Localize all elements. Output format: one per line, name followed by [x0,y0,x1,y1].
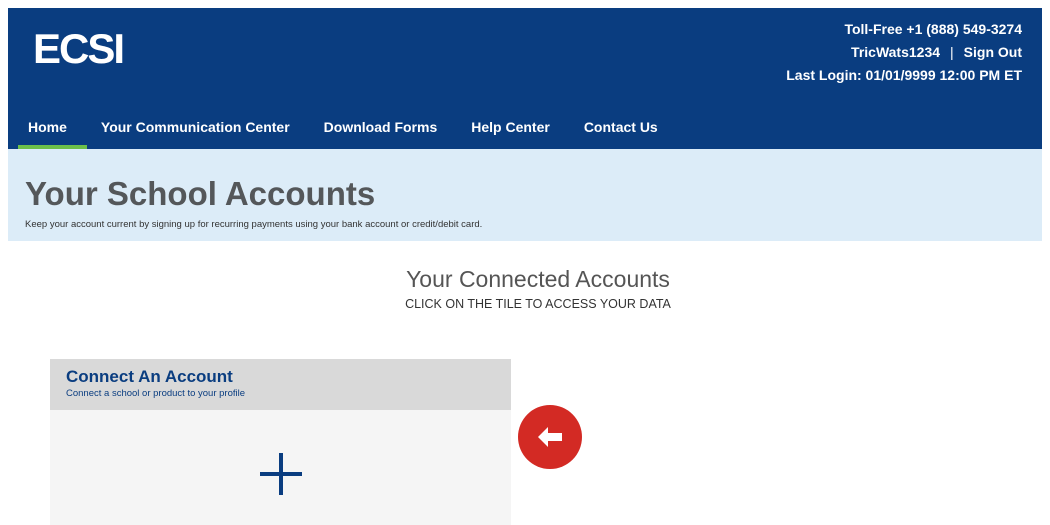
tile-header: Connect An Account Connect a school or p… [50,359,511,410]
sign-out-link[interactable]: Sign Out [964,44,1022,60]
arrow-left-button[interactable] [518,405,582,469]
plus-icon[interactable] [260,453,302,495]
tile-title: Connect An Account [66,367,233,386]
nav-item-communication-center[interactable]: Your Communication Center [91,110,300,144]
page-title: Your School Accounts [25,175,376,212]
arrow-left-icon [538,427,562,447]
title-band: Your School Accounts Keep your account c… [8,149,1042,241]
toll-free-phone[interactable]: Toll-Free +1 (888) 549-3274 [786,18,1022,41]
main-nav: Home Your Communication Center Download … [8,110,682,149]
page-subtitle: Keep your account current by signing up … [25,219,483,230]
ecsi-logo[interactable]: ECSI [33,28,125,70]
user-row: TricWats1234 | Sign Out [786,41,1022,64]
nav-item-home[interactable]: Home [18,110,87,149]
account-info: Toll-Free +1 (888) 549-3274 TricWats1234… [786,18,1022,87]
connect-account-tile[interactable]: Connect An Account Connect a school or p… [50,359,511,525]
nav-item-download-forms[interactable]: Download Forms [314,110,448,144]
separator: | [950,44,954,60]
page: ECSI Toll-Free +1 (888) 549-3274 TricWat… [0,0,1050,525]
nav-item-help-center[interactable]: Help Center [461,110,560,144]
connected-accounts-title: Your Connected Accounts [406,266,670,292]
connected-accounts-instruction: CLICK ON THE TILE TO ACCESS YOUR DATA [405,297,671,311]
username: TricWats1234 [851,44,941,60]
site-header: ECSI Toll-Free +1 (888) 549-3274 TricWat… [8,8,1042,149]
tile-description: Connect a school or product to your prof… [66,388,246,399]
last-login: Last Login: 01/01/9999 12:00 PM ET [786,67,1022,83]
nav-item-contact-us[interactable]: Contact Us [574,110,668,144]
